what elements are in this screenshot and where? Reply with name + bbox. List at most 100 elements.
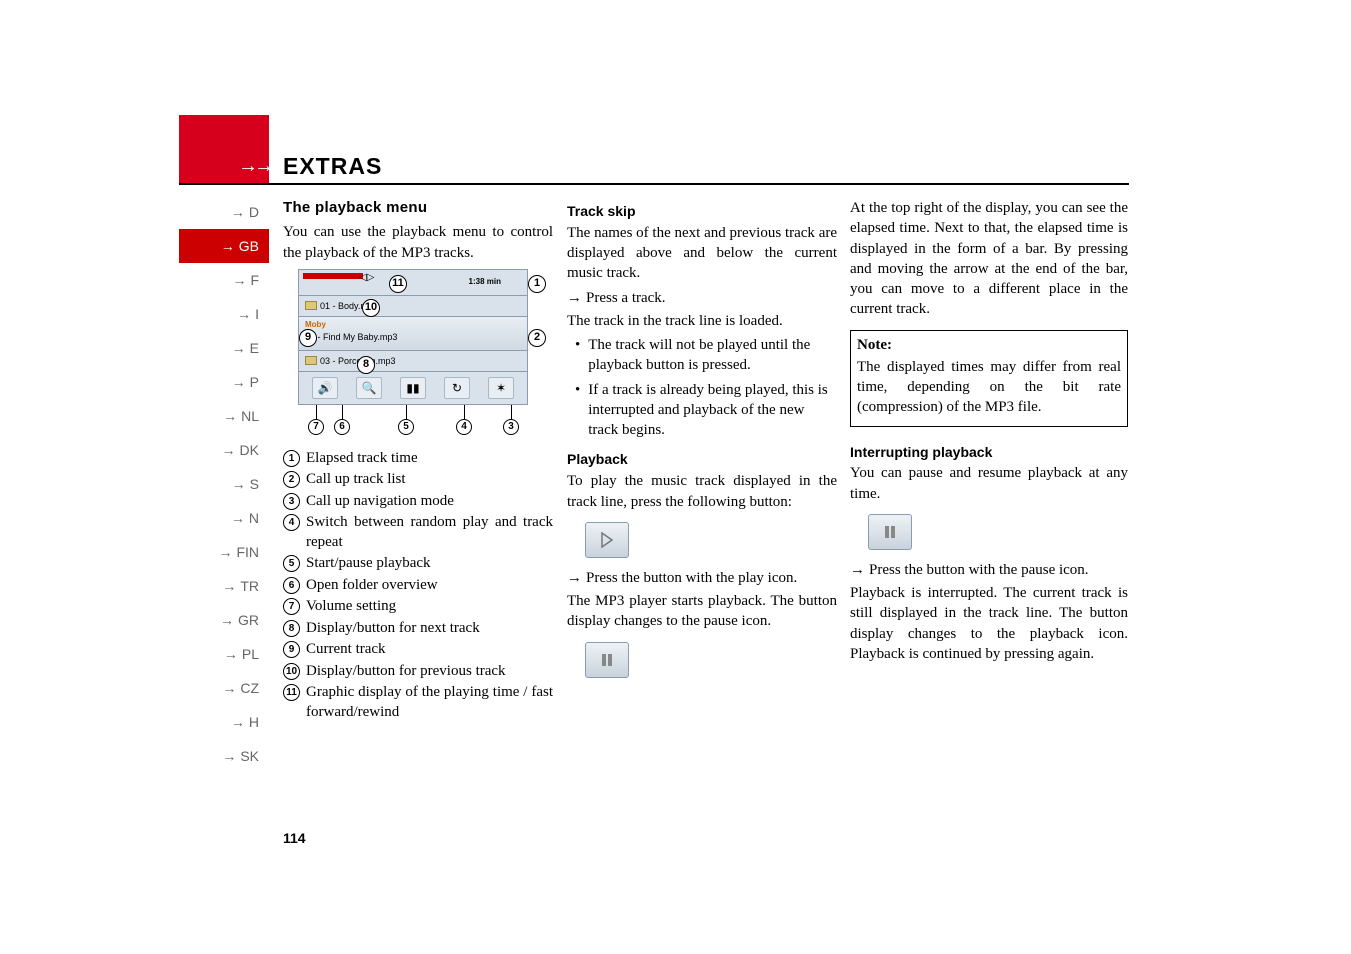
legend-item-3: 3Call up navigation mode bbox=[283, 492, 553, 512]
pause-icon bbox=[600, 653, 614, 667]
press-play-action: → Press the button with the play icon. bbox=[567, 568, 837, 588]
column-1: The playback menu You can use the playba… bbox=[283, 198, 553, 724]
track-skip-para: The names of the next and previous track… bbox=[567, 223, 837, 284]
legend-text: Display/button for next track bbox=[306, 619, 553, 639]
sidebar-label: E bbox=[250, 340, 259, 356]
legend-list: 1Elapsed track time2Call up track list3C… bbox=[283, 449, 553, 723]
legend-number: 6 bbox=[283, 577, 300, 594]
playback-para: To play the music track displayed in the… bbox=[567, 471, 837, 512]
arrow-icon: → bbox=[232, 476, 246, 492]
legend-number: 10 bbox=[283, 663, 300, 680]
legend-text: Current track bbox=[306, 640, 553, 660]
legend-number: 11 bbox=[283, 684, 300, 701]
press-play-text: Press the button with the play icon. bbox=[586, 568, 797, 588]
sidebar-label: F bbox=[250, 272, 259, 288]
legend-item-1: 1Elapsed track time bbox=[283, 449, 553, 469]
sidebar-item-tr[interactable]: →TR bbox=[179, 569, 269, 603]
play-button bbox=[585, 522, 629, 558]
random-repeat-icon: ↻ bbox=[444, 377, 470, 399]
elapsed-time-label: 1:38 min bbox=[469, 277, 501, 288]
legend-item-7: 7Volume setting bbox=[283, 597, 553, 617]
arrow-icon: → bbox=[224, 646, 238, 662]
legend-text: Start/pause playback bbox=[306, 554, 553, 574]
sidebar-item-gr[interactable]: →GR bbox=[179, 603, 269, 637]
current-track-text: 02 - Find My Baby.mp3 bbox=[305, 331, 527, 343]
callout-line bbox=[464, 405, 465, 419]
arrow-icon: → bbox=[237, 306, 251, 322]
press-track-text: Press a track. bbox=[586, 288, 666, 308]
sidebar-item-h[interactable]: →H bbox=[179, 705, 269, 739]
arrow-icon: → bbox=[231, 510, 245, 526]
sidebar-item-pl[interactable]: →PL bbox=[179, 637, 269, 671]
track-skip-bullets: • The track will not be played until the … bbox=[567, 335, 837, 440]
next-track-row: 03 - Porcelain.mp3 bbox=[299, 351, 527, 372]
sidebar-label: FIN bbox=[236, 544, 259, 560]
sidebar-item-sk[interactable]: →SK bbox=[179, 739, 269, 773]
sidebar-label: DK bbox=[240, 442, 259, 458]
callout-8: 8 bbox=[357, 356, 375, 374]
interrupting-heading: Interrupting playback bbox=[850, 443, 1128, 462]
action-arrow-icon: → bbox=[850, 560, 865, 580]
arrow-icon: → bbox=[232, 272, 246, 288]
navigation-icon: ✶ bbox=[488, 377, 514, 399]
legend-item-2: 2Call up track list bbox=[283, 470, 553, 490]
sidebar-item-dk[interactable]: →DK bbox=[179, 433, 269, 467]
action-arrow-icon: → bbox=[567, 568, 582, 588]
pause-button bbox=[585, 642, 629, 678]
callout-2: 2 bbox=[528, 329, 546, 347]
sidebar-label: N bbox=[249, 510, 259, 526]
track-loaded-para: The track in the track line is loaded. bbox=[567, 311, 837, 331]
legend-number: 7 bbox=[283, 598, 300, 615]
playback-heading: Playback bbox=[567, 450, 837, 469]
legend-text: Open folder overview bbox=[306, 576, 553, 596]
sidebar-item-nl[interactable]: →NL bbox=[179, 399, 269, 433]
callout-9: 9 bbox=[299, 329, 317, 347]
sidebar-item-i[interactable]: →I bbox=[179, 297, 269, 331]
interrupting-result-para: Playback is interrupted. The current tra… bbox=[850, 583, 1128, 664]
arrow-icon: → bbox=[222, 748, 236, 764]
sidebar-label: S bbox=[250, 476, 259, 492]
bullet-icon: • bbox=[575, 380, 580, 400]
play-icon bbox=[599, 532, 615, 548]
callout-4: 4 bbox=[456, 419, 472, 435]
sidebar-item-d[interactable]: →D bbox=[179, 195, 269, 229]
folder-icon bbox=[305, 356, 317, 365]
column-2: Track skip The names of the next and pre… bbox=[567, 198, 837, 688]
folder-overview-icon: 🔍 bbox=[356, 377, 382, 399]
playback-result-para: The MP3 player starts playback. The butt… bbox=[567, 591, 837, 632]
sidebar-item-p[interactable]: →P bbox=[179, 365, 269, 399]
bullet-2-text: If a track is already being played, this… bbox=[588, 380, 837, 441]
sidebar-item-fin[interactable]: →FIN bbox=[179, 535, 269, 569]
legend-item-11: 11 Graphic display of the playing time / … bbox=[283, 683, 553, 722]
press-pause-action: → Press the button with the pause icon. bbox=[850, 560, 1128, 580]
sidebar-item-cz[interactable]: →CZ bbox=[179, 671, 269, 705]
legend-number: 1 bbox=[283, 450, 300, 467]
callout-10: 10 bbox=[362, 299, 380, 317]
sidebar-item-f[interactable]: →F bbox=[179, 263, 269, 297]
sidebar-label: H bbox=[249, 714, 259, 730]
sidebar-label: GR bbox=[238, 612, 259, 628]
legend-number: 5 bbox=[283, 555, 300, 572]
sidebar-item-n[interactable]: →N bbox=[179, 501, 269, 535]
playback-menu-intro: You can use the playback menu to control… bbox=[283, 222, 553, 263]
legend-number: 2 bbox=[283, 471, 300, 488]
legend-item-5: 5 Start/pause playback bbox=[283, 554, 553, 574]
track-skip-heading: Track skip bbox=[567, 202, 837, 221]
folder-icon bbox=[305, 301, 317, 310]
sidebar-item-s[interactable]: →S bbox=[179, 467, 269, 501]
legend-number: 8 bbox=[283, 620, 300, 637]
volume-icon: 🔊 bbox=[312, 377, 338, 399]
sidebar-item-e[interactable]: →E bbox=[179, 331, 269, 365]
legend-item-9: 9Current track bbox=[283, 640, 553, 660]
sidebar-item-gb[interactable]: →GB bbox=[179, 229, 269, 263]
legend-text: Graphic display of the playing time / fa… bbox=[306, 683, 553, 722]
arrow-icon: → bbox=[222, 680, 236, 696]
note-text: The displayed times may differ from real… bbox=[857, 357, 1121, 418]
previous-track-row: 01 - Body.mp3 bbox=[299, 296, 527, 317]
sidebar-label: NL bbox=[241, 408, 259, 424]
sidebar-label: P bbox=[250, 374, 259, 390]
callout-line bbox=[316, 405, 317, 419]
header-arrows: →→→ bbox=[238, 155, 286, 178]
legend-item-10: 10Display/button for previous track bbox=[283, 662, 553, 682]
bullet-1-text: The track will not be played until the p… bbox=[588, 335, 837, 376]
